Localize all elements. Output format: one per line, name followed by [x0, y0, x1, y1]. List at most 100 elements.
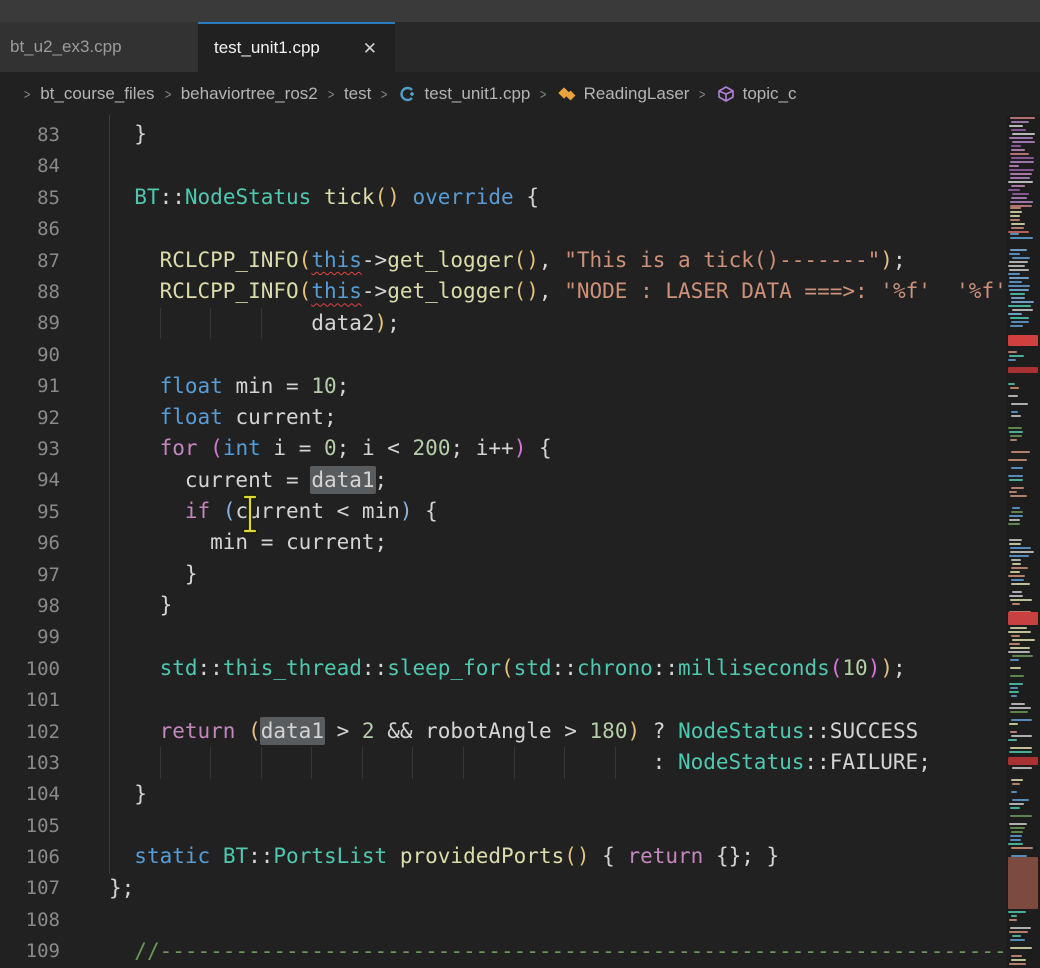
code-line-97[interactable]: 97 } — [0, 559, 1006, 590]
minimap-line — [1010, 687, 1019, 689]
tab-bt-u2-ex3[interactable]: bt_u2_ex3.cpp — [0, 22, 198, 72]
code-line-89[interactable]: 89 data2); — [0, 308, 1006, 339]
code-line-88[interactable]: 88 RCLCPP_INFO(this->get_logger(), "NODE… — [0, 276, 1006, 307]
code-text: if (current < min) { — [109, 496, 438, 527]
code-line-99[interactable]: 99 — [0, 622, 1006, 653]
code-line-94[interactable]: 94 current = data1; — [0, 465, 1006, 496]
minimap-line — [1012, 309, 1033, 311]
code-line-98[interactable]: 98 } — [0, 590, 1006, 621]
minimap-line — [1009, 539, 1021, 541]
minimap-line — [1010, 571, 1020, 573]
minimap-line — [1008, 651, 1030, 653]
breadcrumb-label: topic_c — [743, 84, 797, 104]
minimap-line — [1010, 495, 1026, 497]
line-number: 85 — [0, 187, 60, 209]
code-line-104[interactable]: 104 } — [0, 779, 1006, 810]
minimap-line — [1012, 507, 1021, 509]
code-editor[interactable]: 82 "%f",83 }8485 BT::NodeStatus tick() o… — [0, 115, 1006, 968]
breadcrumb-item-readinglaser[interactable]: ReadingLaser — [557, 84, 690, 104]
minimap-line — [1010, 659, 1019, 661]
minimap-line — [1008, 351, 1017, 353]
minimap-line — [1008, 181, 1032, 183]
minimap-line — [1011, 955, 1022, 957]
minimap-line — [1010, 233, 1019, 235]
code-line-95[interactable]: 95 if (current < min) { — [0, 496, 1006, 527]
minimap-line — [1011, 149, 1025, 151]
line-number: 98 — [0, 595, 60, 617]
code-text: static BT::PortsList providedPorts() { r… — [109, 841, 779, 872]
code-text: : NodeStatus::FAILURE; — [109, 747, 931, 778]
breadcrumb-label: bt_course_files — [40, 84, 154, 104]
chevron-right-icon: > — [328, 86, 335, 102]
line-number: 89 — [0, 312, 60, 334]
breadcrumb-item-topic-c[interactable]: topic_c — [716, 84, 797, 104]
line-number: 93 — [0, 438, 60, 460]
minimap-line — [1008, 739, 1017, 741]
code-text: //--------------------------------------… — [109, 936, 1006, 967]
code-line-100[interactable]: 100 std::this_thread::sleep_for(std::chr… — [0, 653, 1006, 684]
minimap-line — [1009, 723, 1018, 725]
minimap-line — [1008, 359, 1016, 361]
minimap-line — [1008, 189, 1020, 191]
code-line-83[interactable]: 83 } — [0, 119, 1006, 150]
code-text: float min = 10; — [109, 371, 349, 402]
code-text: for (int i = 0; i < 200; i++) { — [109, 433, 552, 464]
line-number: 97 — [0, 564, 60, 586]
chevron-right-icon: > — [381, 86, 388, 102]
code-line-102[interactable]: 102 return (data1 > 2 && robotAngle > 18… — [0, 716, 1006, 747]
minimap-line — [1010, 317, 1029, 319]
line-number: 101 — [0, 689, 60, 711]
code-line-85[interactable]: 85 BT::NodeStatus tick() override { — [0, 182, 1006, 213]
cpp-file-icon — [398, 84, 418, 104]
code-line-93[interactable]: 93 for (int i = 0; i < 200; i++) { — [0, 433, 1006, 464]
code-line-103[interactable]: 103 : NodeStatus::FAILURE; — [0, 747, 1006, 778]
minimap-line — [1010, 747, 1033, 749]
minimap-line — [1010, 249, 1026, 251]
code-line-84[interactable]: 84 — [0, 151, 1006, 182]
minimap-line — [1010, 667, 1021, 669]
breadcrumb-item-bt-course-files[interactable]: bt_course_files — [40, 84, 154, 104]
breadcrumb-item-behaviortree-ros2[interactable]: behaviortree_ros2 — [181, 84, 318, 104]
code-text: return (data1 > 2 && robotAngle > 180) ?… — [109, 716, 918, 747]
breadcrumb-item-test-unit1-cpp[interactable]: test_unit1.cpp — [398, 84, 531, 104]
minimap-line — [1009, 707, 1031, 709]
minimap-line — [1011, 223, 1026, 225]
minimap-line — [1010, 711, 1028, 713]
minimap-line — [1008, 285, 1030, 287]
line-number: 108 — [0, 909, 60, 931]
chevron-right-icon: > — [164, 86, 171, 102]
minimap-line — [1008, 313, 1022, 315]
minimap-line — [1008, 475, 1023, 477]
minimap-line — [1010, 161, 1035, 163]
minimap-line — [1009, 261, 1028, 263]
indent-guide — [615, 747, 616, 778]
minimap[interactable] — [1006, 115, 1040, 968]
minimap-line — [1010, 387, 1018, 389]
code-line-92[interactable]: 92 float current; — [0, 402, 1006, 433]
code-line-108[interactable]: 108 — [0, 904, 1006, 935]
code-line-96[interactable]: 96 min = current; — [0, 527, 1006, 558]
code-line-91[interactable]: 91 float min = 10; — [0, 371, 1006, 402]
breadcrumb-item-test[interactable]: test — [344, 84, 371, 104]
minimap-line — [1010, 293, 1025, 295]
code-line-109[interactable]: 109 //----------------------------------… — [0, 936, 1006, 967]
code-line-105[interactable]: 105 — [0, 810, 1006, 841]
minimap-line — [1009, 253, 1021, 255]
code-line-90[interactable]: 90 — [0, 339, 1006, 370]
minimap-line — [1012, 563, 1022, 565]
close-icon[interactable]: ✕ — [359, 38, 381, 59]
code-line-101[interactable]: 101 — [0, 684, 1006, 715]
tab-test-unit1[interactable]: test_unit1.cpp ✕ — [198, 22, 395, 72]
code-line-87[interactable]: 87 RCLCPP_INFO(this->get_logger(), "This… — [0, 245, 1006, 276]
line-number: 105 — [0, 815, 60, 837]
indent-guide — [362, 747, 363, 778]
code-line-86[interactable]: 86 — [0, 214, 1006, 245]
code-line-106[interactable]: 106 static BT::PortsList providedPorts()… — [0, 841, 1006, 872]
code-text: RCLCPP_INFO(this->get_logger(), "This is… — [109, 245, 906, 276]
minimap-line — [1010, 551, 1033, 553]
minimap-line — [1009, 543, 1021, 545]
minimap-line — [1011, 567, 1029, 569]
line-number: 106 — [0, 846, 60, 868]
code-line-107[interactable]: 107}; — [0, 873, 1006, 904]
minimap-line — [1011, 719, 1032, 721]
